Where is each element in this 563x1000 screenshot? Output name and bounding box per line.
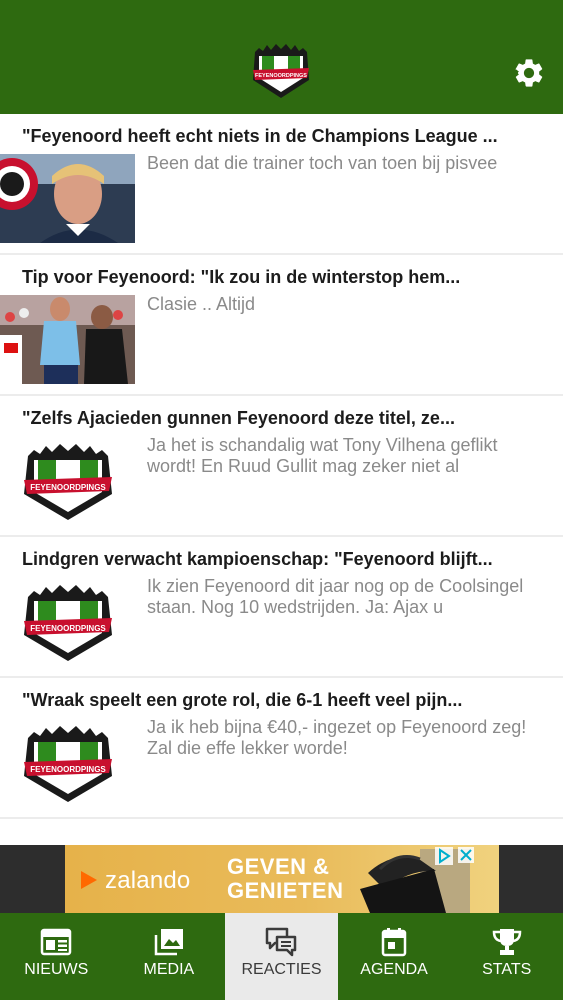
- ad-bar: zalando GEVEN & GENIETEN: [0, 845, 563, 913]
- feed-item-comment: Ik zien Feyenoord dit jaar nog op de Coo…: [147, 576, 524, 617]
- trophy-icon: [492, 929, 521, 955]
- feed-item[interactable]: "Wraak speelt een grote rol, die 6-1 hee…: [0, 678, 563, 819]
- bottom-tab-bar: NIEUWS MEDIA REACTIES AGENDA STATS: [0, 913, 563, 1000]
- tab-stats[interactable]: STATS: [450, 913, 563, 1000]
- newspaper-icon: [41, 928, 72, 956]
- feed-item-comment: Clasie .. Altijd: [147, 294, 256, 314]
- feed-item-title: "Feyenoord heeft echt niets in de Champi…: [22, 126, 498, 146]
- tab-label: REACTIES: [241, 961, 322, 978]
- tab-agenda[interactable]: AGENDA: [338, 913, 451, 1000]
- ad-close-icon[interactable]: [458, 847, 474, 863]
- feed-item[interactable]: Tip voor Feyenoord: "Ik zou in de winter…: [0, 255, 563, 396]
- feed-item[interactable]: "Zelfs Ajacieden gunnen Feyenoord deze t…: [0, 396, 563, 537]
- feyenoordpings-logo: FEYENOORDPINGS: [253, 44, 309, 98]
- players-photo-thumbnail: [0, 295, 135, 384]
- tab-nieuws[interactable]: NIEUWS: [0, 913, 113, 1000]
- logo-text: FEYENOORDPINGS: [30, 765, 106, 774]
- ad-choices-icon[interactable]: [435, 847, 453, 865]
- tab-label: MEDIA: [143, 961, 195, 978]
- logo-text: FEYENOORDPINGS: [30, 624, 106, 633]
- feed-item-comment: Ja ik heb bijna €40,- ingezet op Feyenoo…: [147, 717, 527, 758]
- feyenoordpings-logo-thumbnail: FEYENOORDPINGS: [24, 444, 112, 520]
- feed-item[interactable]: Lindgren verwacht kampioenschap: "Feyeno…: [0, 537, 563, 678]
- zalando-ad-banner[interactable]: zalando GEVEN & GENIETEN: [65, 845, 499, 913]
- tab-label: NIEUWS: [24, 961, 89, 978]
- ad-brand: zalando: [105, 867, 191, 894]
- feed-item-comment: Ja het is schandalig wat Tony Vilhena ge…: [147, 435, 498, 476]
- feed-item-comment: Been dat die trainer toch van toen bij p…: [147, 153, 498, 173]
- logo-text: FEYENOORDPINGS: [255, 73, 307, 79]
- chat-icon: [266, 927, 297, 957]
- app-root: FEYENOORDPINGS "Feyenoord heeft echt nie…: [0, 0, 563, 1000]
- feed-item[interactable]: "Feyenoord heeft echt niets in de Champi…: [0, 114, 563, 255]
- logo-text: FEYENOORDPINGS: [30, 483, 106, 492]
- feed-item-title: "Zelfs Ajacieden gunnen Feyenoord deze t…: [22, 408, 455, 428]
- tab-label: AGENDA: [360, 961, 428, 978]
- settings-gear-icon[interactable]: [512, 56, 546, 90]
- trainer-photo-thumbnail: [0, 154, 135, 243]
- ad-headline-line1: GEVEN &: [227, 854, 330, 879]
- comments-feed: "Feyenoord heeft echt niets in de Champi…: [0, 114, 563, 845]
- feed-item-title: "Wraak speelt een grote rol, die 6-1 hee…: [22, 690, 463, 710]
- feed-item-title: Lindgren verwacht kampioenschap: "Feyeno…: [22, 549, 493, 569]
- ad-headline-line2: GENIETEN: [227, 878, 344, 903]
- tab-reacties[interactable]: REACTIES: [225, 913, 338, 1000]
- feyenoordpings-logo-thumbnail: FEYENOORDPINGS: [24, 585, 112, 661]
- feed-item-title: Tip voor Feyenoord: "Ik zou in de winter…: [22, 267, 461, 287]
- calendar-icon: [381, 928, 407, 957]
- feyenoordpings-logo-thumbnail: FEYENOORDPINGS: [24, 726, 112, 802]
- tab-media[interactable]: MEDIA: [113, 913, 226, 1000]
- ad-headline: GEVEN & GENIETEN: [227, 855, 343, 903]
- image-icon: [154, 929, 183, 956]
- zalando-logo-icon: [81, 871, 97, 889]
- app-header: FEYENOORDPINGS: [0, 0, 563, 114]
- tab-label: STATS: [482, 961, 532, 978]
